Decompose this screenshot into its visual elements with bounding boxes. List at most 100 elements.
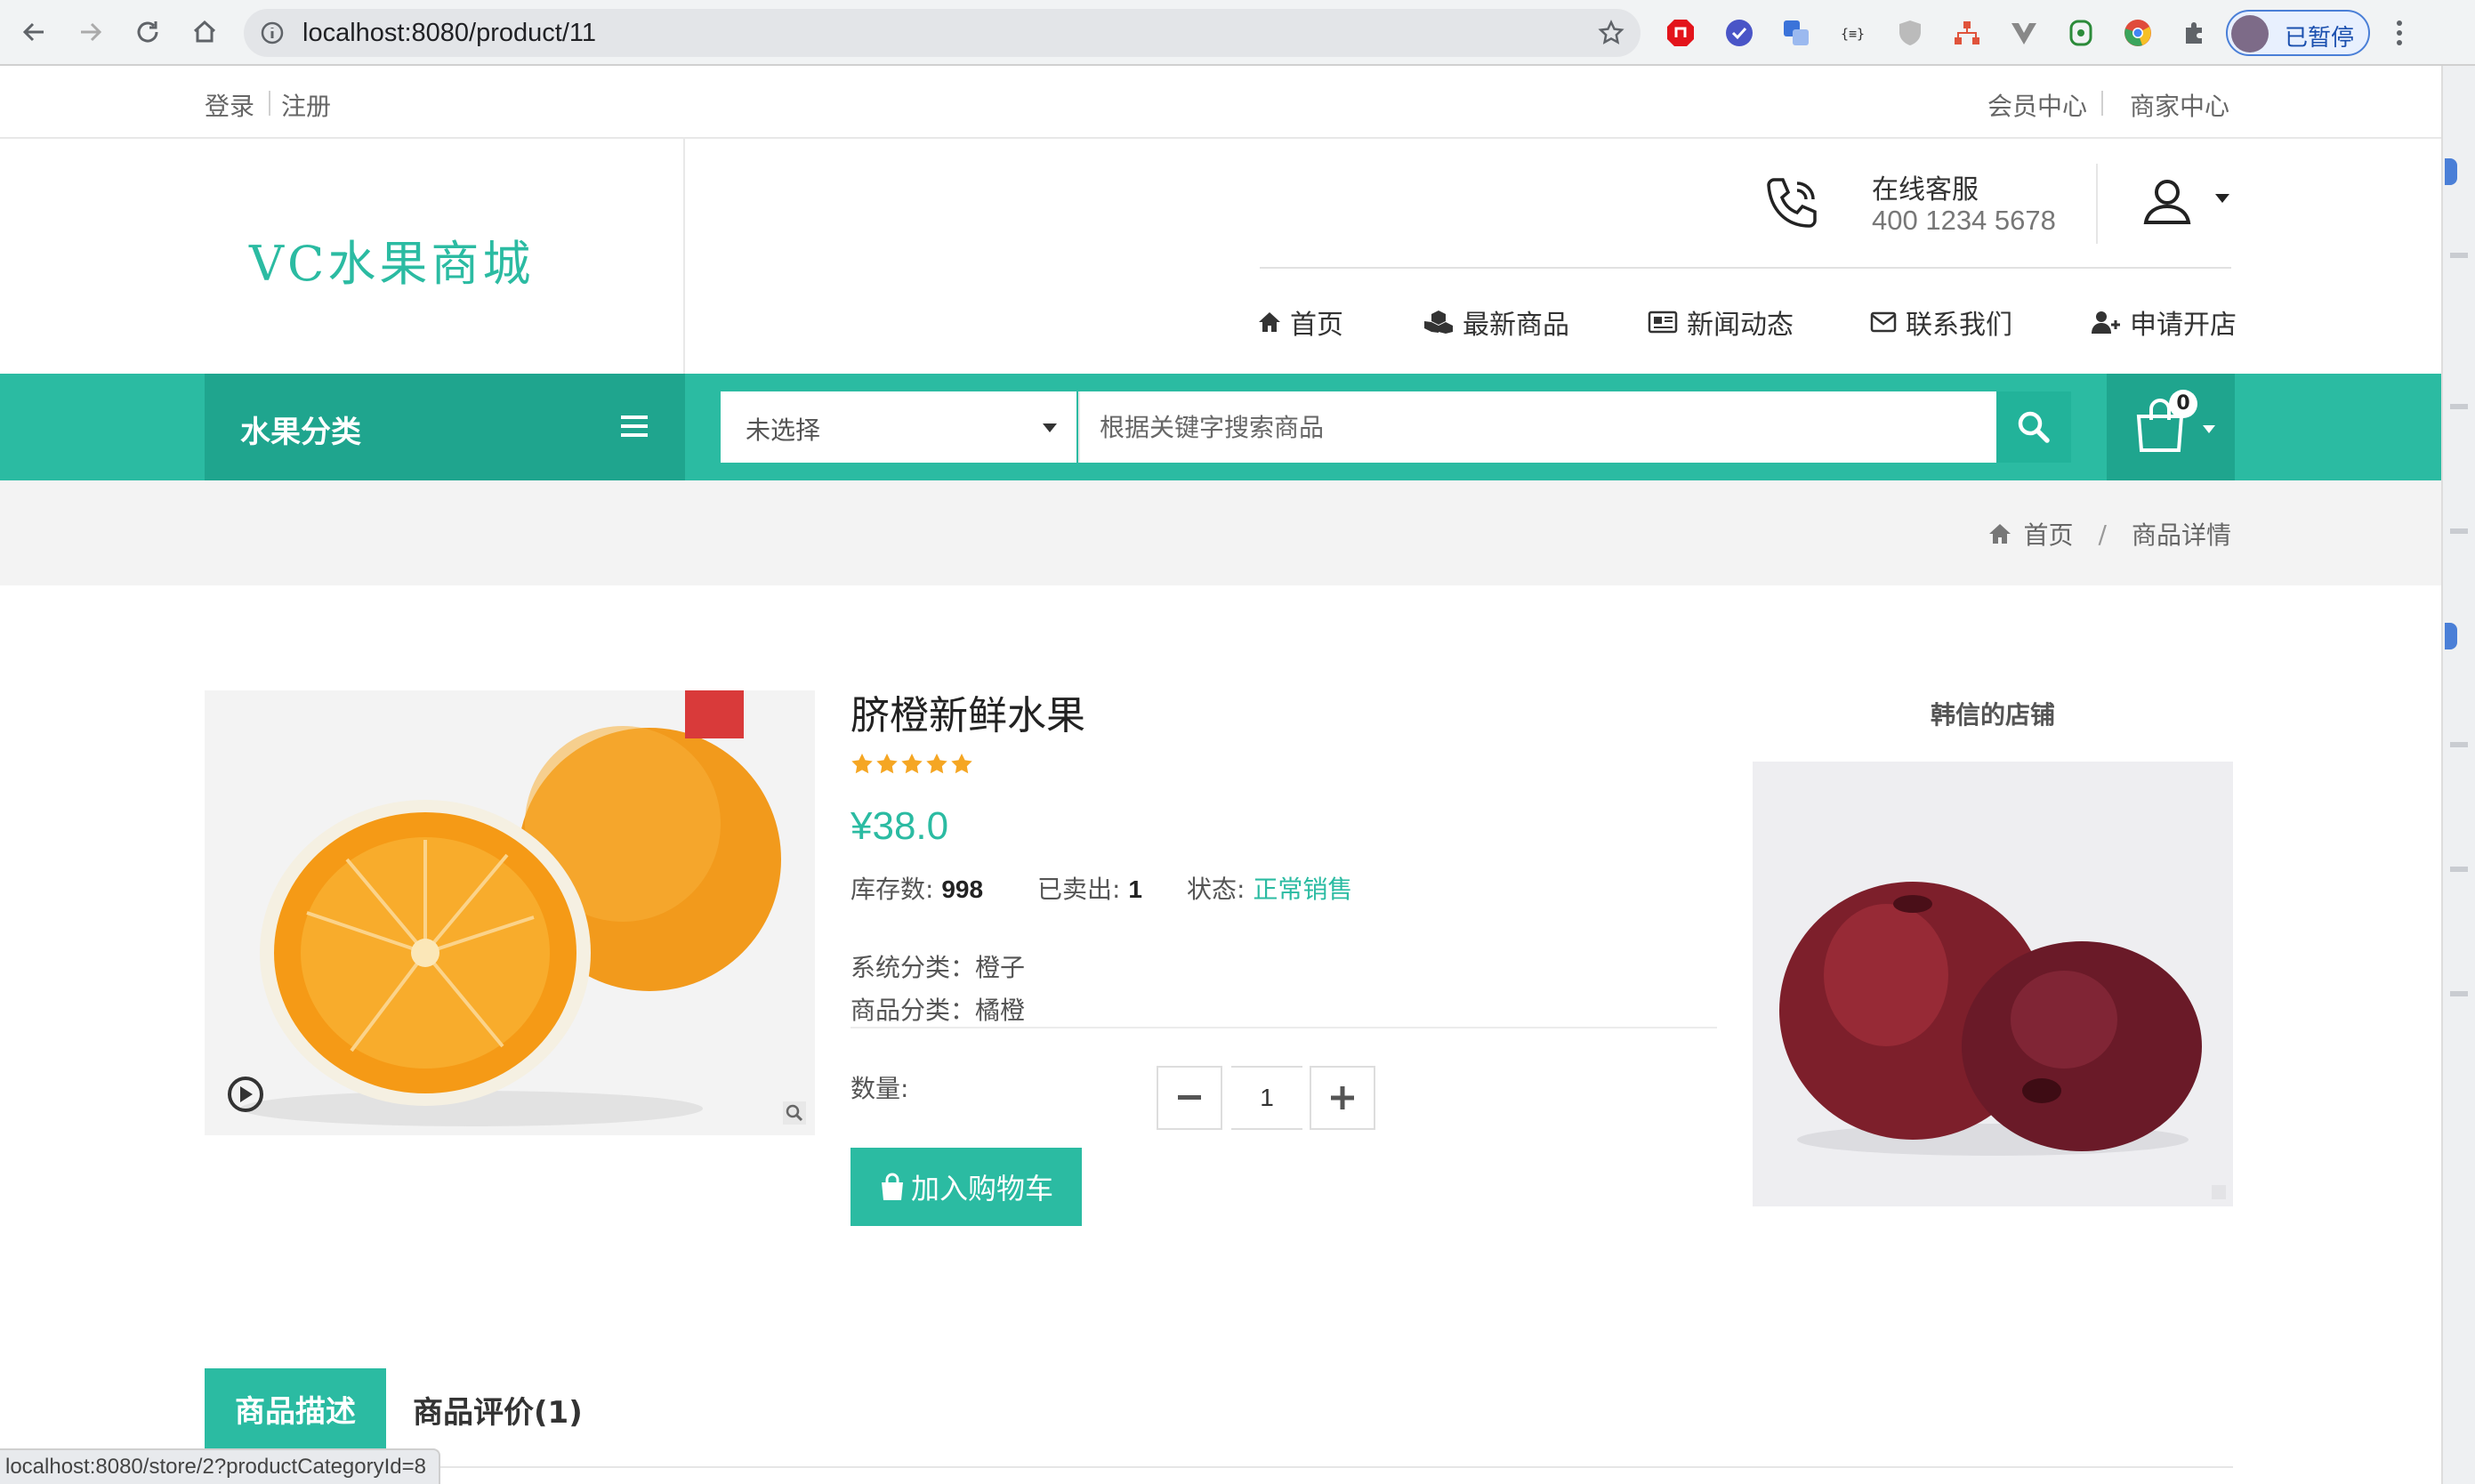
tab-description[interactable]: 商品描述 bbox=[205, 1368, 386, 1448]
home-icon bbox=[1988, 524, 2011, 544]
quantity-increase-button[interactable] bbox=[1310, 1066, 1375, 1130]
rating-stars bbox=[851, 753, 973, 776]
side-panel-mark bbox=[2450, 404, 2468, 409]
divider bbox=[2096, 164, 2098, 244]
category-select[interactable]: 未选择 bbox=[721, 391, 1076, 463]
url-text: localhost:8080/product/11 bbox=[302, 19, 596, 47]
product-image[interactable] bbox=[205, 690, 815, 1135]
divider bbox=[683, 139, 685, 374]
divider bbox=[269, 91, 270, 116]
quantity-input[interactable] bbox=[1231, 1066, 1302, 1130]
add-to-cart-button[interactable]: 加入购物车 bbox=[851, 1148, 1082, 1226]
address-bar[interactable]: localhost:8080/product/11 bbox=[244, 9, 1641, 57]
profile-button[interactable]: 已暂停 bbox=[2226, 10, 2370, 56]
star-icon bbox=[951, 754, 972, 774]
side-panel-tab[interactable] bbox=[2445, 158, 2457, 185]
pen-extension-icon[interactable] bbox=[2064, 16, 2098, 50]
adblock-extension-icon[interactable] bbox=[1664, 16, 1697, 50]
merchant-center-link[interactable]: 商家中心 bbox=[2130, 87, 2229, 123]
nav-label: 联系我们 bbox=[1906, 310, 2012, 341]
vue-devtools-icon[interactable] bbox=[2007, 16, 2041, 50]
product-title: 脐橙新鲜水果 bbox=[851, 693, 1085, 738]
side-panel-strip bbox=[2441, 66, 2475, 1484]
nav-latest-products[interactable]: 最新商品 bbox=[1423, 302, 1569, 342]
divider bbox=[205, 1466, 2233, 1468]
web-page: 登录 注册 会员中心 商家中心 VC水果商城 在线客服 400 1234 567… bbox=[0, 68, 2441, 1484]
user-icon[interactable] bbox=[2140, 174, 2194, 228]
caret-down-icon bbox=[1043, 423, 1057, 432]
nav-open-store[interactable]: 申请开店 bbox=[2091, 302, 2237, 342]
home-outline-icon bbox=[193, 20, 216, 43]
zoom-icon[interactable] bbox=[783, 1101, 806, 1125]
promo-badge bbox=[685, 690, 744, 738]
status-stat: 状态: 正常销售 bbox=[1187, 870, 1352, 906]
nav-label: 最新商品 bbox=[1463, 310, 1569, 341]
star-icon bbox=[901, 754, 923, 774]
status-value: 正常销售 bbox=[1253, 875, 1353, 904]
caret-down-icon[interactable] bbox=[2215, 194, 2229, 203]
home-button[interactable] bbox=[185, 12, 224, 52]
translate-extension-icon[interactable] bbox=[1779, 16, 1813, 50]
login-link[interactable]: 登录 bbox=[205, 87, 254, 123]
shop-name[interactable]: 韩信的店铺 bbox=[1753, 696, 2233, 731]
shield-extension-icon[interactable] bbox=[1893, 16, 1927, 50]
reload-icon bbox=[137, 21, 158, 43]
bookmark-star-icon[interactable] bbox=[1598, 20, 1624, 46]
phone-icon bbox=[1767, 178, 1817, 228]
side-panel-tab[interactable] bbox=[2445, 623, 2457, 649]
reload-button[interactable] bbox=[128, 12, 167, 52]
breadcrumb-separator: / bbox=[2098, 519, 2107, 549]
breadcrumb: 首页 / 商品详情 bbox=[1988, 516, 2231, 552]
chrome-extension-icon[interactable] bbox=[2121, 16, 2155, 50]
forward-button[interactable] bbox=[71, 12, 110, 52]
site-logo[interactable]: VC水果商城 bbox=[249, 224, 534, 294]
cart-button[interactable]: 0 bbox=[2107, 374, 2235, 480]
add-to-cart-label: 加入购物车 bbox=[910, 1172, 1053, 1206]
category-menu-button[interactable]: 水果分类 bbox=[205, 374, 685, 480]
check-extension-icon[interactable] bbox=[1722, 16, 1756, 50]
nav-label: 新闻动态 bbox=[1687, 310, 1794, 341]
breadcrumb-current: 商品详情 bbox=[2131, 520, 2231, 550]
star-icon bbox=[926, 754, 947, 774]
search-button[interactable] bbox=[1996, 391, 2071, 463]
profile-label: 已暂停 bbox=[2285, 25, 2355, 52]
side-panel-mark bbox=[2450, 991, 2468, 996]
side-panel-mark bbox=[2450, 253, 2468, 258]
product-category: 商品分类：橘橙 bbox=[851, 996, 1026, 1025]
divider bbox=[2101, 91, 2103, 116]
nav-news[interactable]: 新闻动态 bbox=[1648, 302, 1794, 342]
breadcrumb-bar: 首页 / 商品详情 bbox=[0, 480, 2441, 585]
arrow-left-icon bbox=[22, 22, 44, 42]
caret-down-icon bbox=[2203, 425, 2215, 433]
member-center-link[interactable]: 会员中心 bbox=[1987, 87, 2087, 123]
sitemap-extension-icon[interactable] bbox=[1950, 16, 1984, 50]
register-link[interactable]: 注册 bbox=[281, 87, 331, 123]
select-value: 未选择 bbox=[746, 415, 821, 445]
json-extension-icon[interactable]: {≡} bbox=[1836, 16, 1870, 50]
back-button[interactable] bbox=[14, 12, 53, 52]
breadcrumb-home[interactable]: 首页 bbox=[2024, 516, 2074, 552]
tab-reviews[interactable]: 商品评价(1) bbox=[413, 1388, 583, 1432]
divider bbox=[851, 1027, 1717, 1028]
nav-contact[interactable]: 联系我们 bbox=[1870, 302, 2012, 342]
envelope-icon bbox=[1870, 311, 1897, 333]
puzzle-extensions-icon[interactable] bbox=[2178, 16, 2212, 50]
info-icon[interactable] bbox=[260, 20, 285, 45]
site-header: VC水果商城 在线客服 400 1234 5678 首页 最新商品 新闻动态 联… bbox=[0, 139, 2441, 374]
search-input[interactable] bbox=[1078, 391, 1996, 463]
side-panel-mark bbox=[2450, 528, 2468, 534]
service-title: 在线客服 bbox=[1872, 174, 1979, 206]
cart-count-badge: 0 bbox=[2169, 390, 2197, 418]
status-label: 状态: bbox=[1187, 875, 1246, 904]
search-bar: 水果分类 未选择 0 bbox=[0, 374, 2441, 480]
stock-value: 998 bbox=[941, 875, 984, 903]
star-icon bbox=[851, 754, 873, 774]
quantity-decrease-button[interactable] bbox=[1157, 1066, 1222, 1130]
more-menu-icon[interactable] bbox=[2391, 18, 2407, 48]
shopping-bag-icon bbox=[881, 1173, 903, 1200]
nav-home[interactable]: 首页 bbox=[1258, 302, 1343, 342]
shop-product-image[interactable] bbox=[1753, 762, 2233, 1206]
service-phone: 400 1234 5678 bbox=[1872, 205, 2056, 236]
play-video-icon[interactable] bbox=[217, 1075, 274, 1114]
user-plus-icon bbox=[2092, 311, 2120, 334]
